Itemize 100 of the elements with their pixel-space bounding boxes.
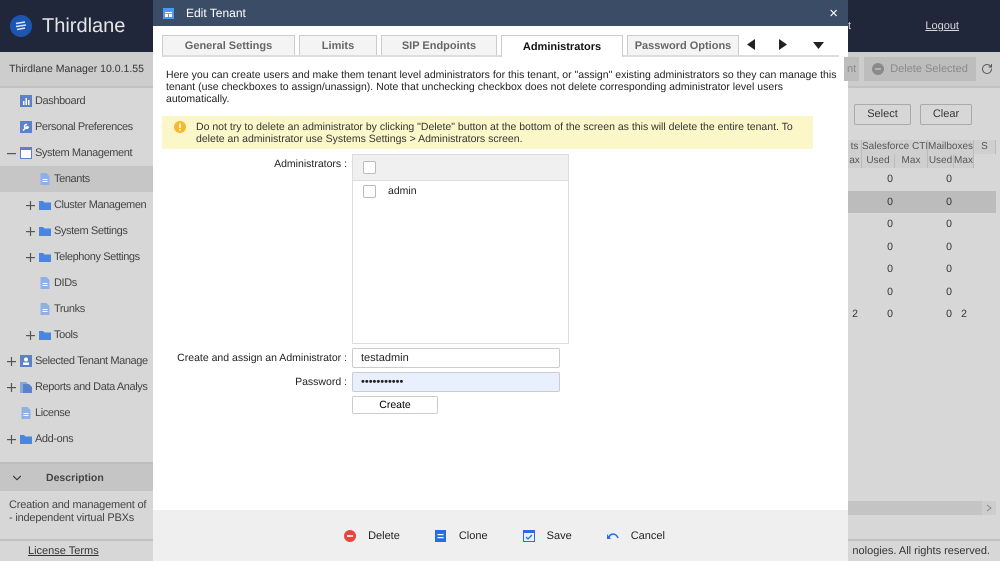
license-terms-link[interactable]: License Terms bbox=[28, 545, 99, 557]
tree-item[interactable]: License bbox=[0, 400, 153, 426]
expand-icon[interactable] bbox=[24, 330, 36, 340]
refresh-icon[interactable] bbox=[980, 63, 993, 75]
tree-item[interactable]: Personal Preferences bbox=[0, 114, 153, 140]
expand-icon[interactable] bbox=[24, 200, 36, 210]
selection-button[interactable]: Select bbox=[854, 104, 911, 124]
expand-icon[interactable] bbox=[5, 434, 17, 444]
scroll-right-icon[interactable] bbox=[779, 38, 787, 50]
document-icon bbox=[20, 407, 32, 419]
expand-icon[interactable] bbox=[5, 382, 17, 392]
action-button[interactable]: Cancel bbox=[606, 530, 665, 542]
tree-item[interactable]: Cluster Managemen bbox=[0, 192, 153, 218]
close-button[interactable]: × bbox=[829, 6, 838, 20]
selection-button[interactable]: Clear bbox=[920, 104, 972, 124]
app-logo: Thirdlane bbox=[42, 14, 126, 38]
folder-icon bbox=[39, 251, 51, 263]
tab[interactable]: Administrators bbox=[501, 35, 623, 57]
tree-item[interactable]: Telephony Settings bbox=[0, 244, 153, 270]
checkbox[interactable] bbox=[363, 184, 376, 198]
undo-icon bbox=[606, 530, 619, 540]
create-button[interactable]: Create bbox=[352, 396, 438, 414]
tree-item[interactable]: Add-ons bbox=[0, 426, 153, 452]
logout-link[interactable]: Logout bbox=[925, 20, 959, 32]
tab[interactable]: Limits bbox=[299, 35, 377, 55]
tree-item[interactable]: DIDs bbox=[0, 270, 153, 296]
version-label: Thirdlane Manager 10.0.1.55 bbox=[9, 63, 144, 75]
column-header: Max bbox=[954, 154, 974, 168]
table-cell-text: 2 bbox=[960, 307, 968, 322]
table-cell-text: 0 bbox=[886, 307, 894, 322]
window-icon bbox=[20, 147, 32, 159]
wrench-icon bbox=[20, 121, 32, 133]
scroll-left-icon[interactable] bbox=[747, 38, 755, 50]
minus-circle-icon bbox=[344, 530, 356, 542]
warning-text: Do not try to delete an administrator by clicking "Delete" button at the bottom of the screen as this will delete the entire tenant. To delete an administrator use Systems Settings > Administrators screen. bbox=[196, 121, 794, 145]
expand-icon[interactable] bbox=[5, 356, 17, 366]
expand-icon[interactable] bbox=[24, 252, 36, 262]
scrollbar[interactable] bbox=[848, 501, 996, 515]
logo-icon bbox=[10, 15, 32, 37]
folder-icon bbox=[20, 433, 32, 445]
tree-item[interactable]: Tenants bbox=[0, 166, 153, 192]
action-button[interactable]: Clone bbox=[434, 530, 488, 542]
person-icon bbox=[20, 355, 32, 367]
column-header: S bbox=[974, 140, 996, 154]
action-button[interactable]: Save bbox=[522, 530, 572, 542]
document-icon bbox=[39, 303, 51, 315]
minus-circle-icon bbox=[872, 63, 884, 75]
tree-item[interactable]: System Management bbox=[0, 140, 153, 166]
table-cell-text: 0 bbox=[886, 262, 894, 277]
description-text: Creation and management of bbox=[9, 499, 148, 512]
expand-icon[interactable] bbox=[24, 226, 36, 236]
window-icon bbox=[163, 8, 174, 18]
input-field[interactable]: testadmin bbox=[352, 348, 560, 368]
tab[interactable]: SIP Endpoints bbox=[381, 35, 497, 55]
tab[interactable]: Password Options bbox=[627, 35, 739, 55]
column-header: Max bbox=[895, 154, 928, 168]
tree-item[interactable]: Tools bbox=[0, 322, 153, 348]
column-header: ax bbox=[848, 154, 862, 168]
table-cell-text: 0 bbox=[886, 284, 894, 300]
document-icon bbox=[434, 530, 447, 542]
column-header: Mailboxes bbox=[928, 140, 974, 154]
document-icon bbox=[39, 277, 51, 289]
tree-item[interactable]: System Settings bbox=[0, 218, 153, 244]
column-header: Used bbox=[862, 154, 895, 168]
field-label: Create and assign an Administrator : bbox=[176, 351, 347, 366]
table-cell-text: 0 bbox=[945, 194, 953, 210]
warning-icon bbox=[174, 121, 186, 133]
header-link[interactable]: t bbox=[848, 20, 852, 32]
dropdown-icon[interactable] bbox=[813, 42, 824, 49]
column-header: Salesforce CTI bbox=[862, 140, 928, 154]
table-cell-text: 0 bbox=[945, 172, 953, 187]
table-cell-text: 0 bbox=[945, 284, 953, 300]
field-label: Password : bbox=[294, 375, 347, 390]
folder-icon bbox=[39, 225, 51, 237]
administrator-name: admin bbox=[388, 185, 417, 197]
table-cell-text: 0 bbox=[945, 307, 953, 322]
intro-text: Here you can create users and make them tenant level administrators for this tenant, or "assign" existing administrators so they can manage this tenant (use checkboxes to assign/unassign). Note that unchecking checkbox does not delete corresponding administrator level users automatically. bbox=[166, 69, 838, 105]
document-icon bbox=[39, 173, 51, 185]
tab[interactable]: General Settings bbox=[162, 35, 295, 55]
table-cell-text: 0 bbox=[945, 217, 953, 232]
checkbox[interactable] bbox=[363, 161, 376, 174]
tree-item[interactable]: Reports and Data Analys bbox=[0, 374, 153, 400]
table-cell-text: 2 bbox=[851, 307, 859, 322]
description-text: - independent virtual PBXs bbox=[9, 512, 136, 525]
column-header: ts bbox=[848, 140, 862, 154]
tree-item[interactable]: Dashboard bbox=[0, 88, 153, 114]
table-cell-text: 0 bbox=[945, 262, 953, 277]
password-field[interactable]: ••••••••••• bbox=[352, 372, 560, 392]
description-header[interactable]: Description bbox=[0, 462, 153, 491]
table-cell-text: 0 bbox=[886, 217, 894, 232]
table-cell-text: 0 bbox=[886, 240, 894, 254]
table-cell-text: 0 bbox=[886, 172, 894, 187]
chart-icon bbox=[20, 95, 32, 107]
dialog-title: Edit Tenant bbox=[186, 6, 247, 20]
table-row[interactable]: 0 0 bbox=[848, 190, 996, 213]
column-header: Used bbox=[928, 154, 954, 168]
calendar-check-icon bbox=[522, 530, 535, 542]
tree-item[interactable]: Selected Tenant Manage bbox=[0, 348, 153, 374]
action-button[interactable]: Delete bbox=[344, 530, 400, 542]
tree-item[interactable]: Trunks bbox=[0, 296, 153, 322]
